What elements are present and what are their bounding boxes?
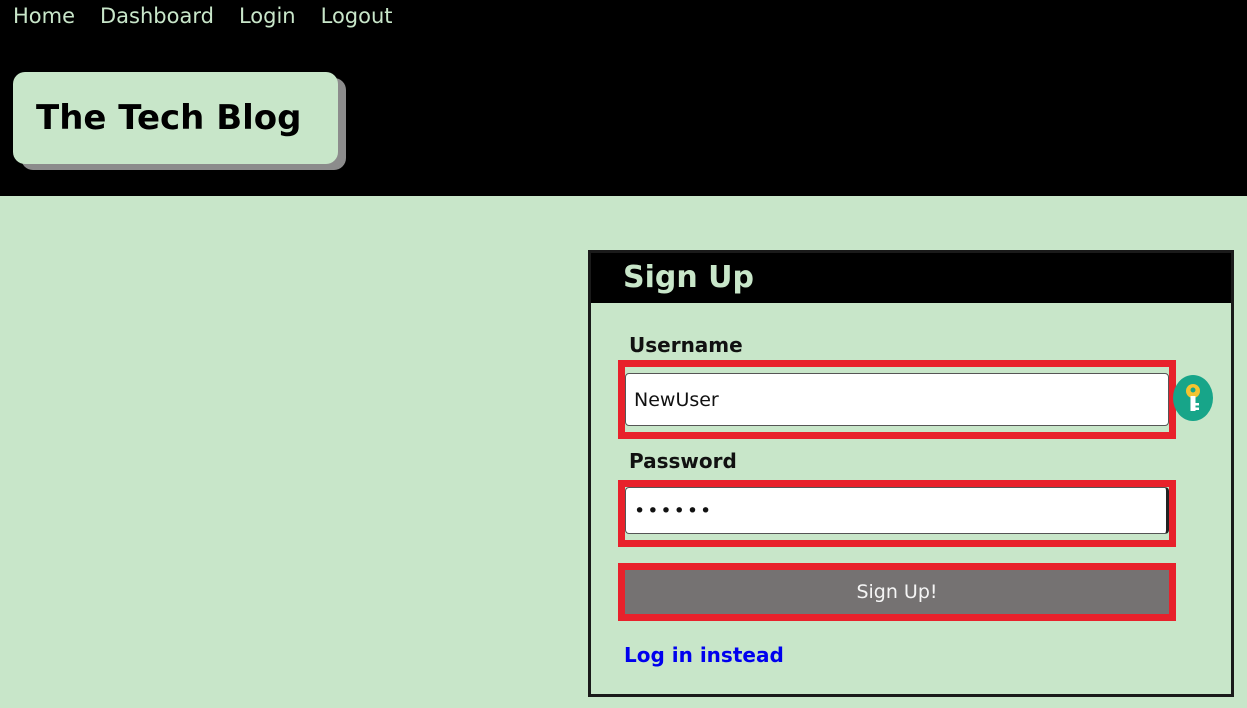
site-title: The Tech Blog [36, 98, 302, 138]
submit-highlight: Sign Up! [618, 563, 1176, 621]
password-highlight [618, 480, 1176, 547]
signup-card: Sign Up Username Password Sign Up! Log i… [588, 250, 1234, 697]
password-input[interactable] [625, 487, 1169, 534]
username-input[interactable] [625, 373, 1169, 426]
nav-home-link[interactable]: Home [13, 4, 75, 28]
username-label: Username [629, 333, 743, 357]
nav-dashboard-link[interactable]: Dashboard [100, 4, 214, 28]
login-instead-link[interactable]: Log in instead [624, 643, 784, 667]
signup-button[interactable]: Sign Up! [625, 570, 1169, 614]
site-header: Home Dashboard Login Logout The Tech Blo… [0, 0, 1247, 196]
key-icon[interactable] [1173, 375, 1213, 421]
signup-header: Sign Up [591, 253, 1231, 303]
brand-card: The Tech Blog [13, 72, 338, 164]
signup-title: Sign Up [623, 260, 755, 295]
key-icon-glyph [1186, 384, 1200, 411]
nav-logout-link[interactable]: Logout [321, 4, 393, 28]
password-label: Password [629, 449, 737, 473]
top-nav: Home Dashboard Login Logout [13, 4, 393, 28]
nav-login-link[interactable]: Login [239, 4, 296, 28]
username-highlight [618, 360, 1176, 439]
